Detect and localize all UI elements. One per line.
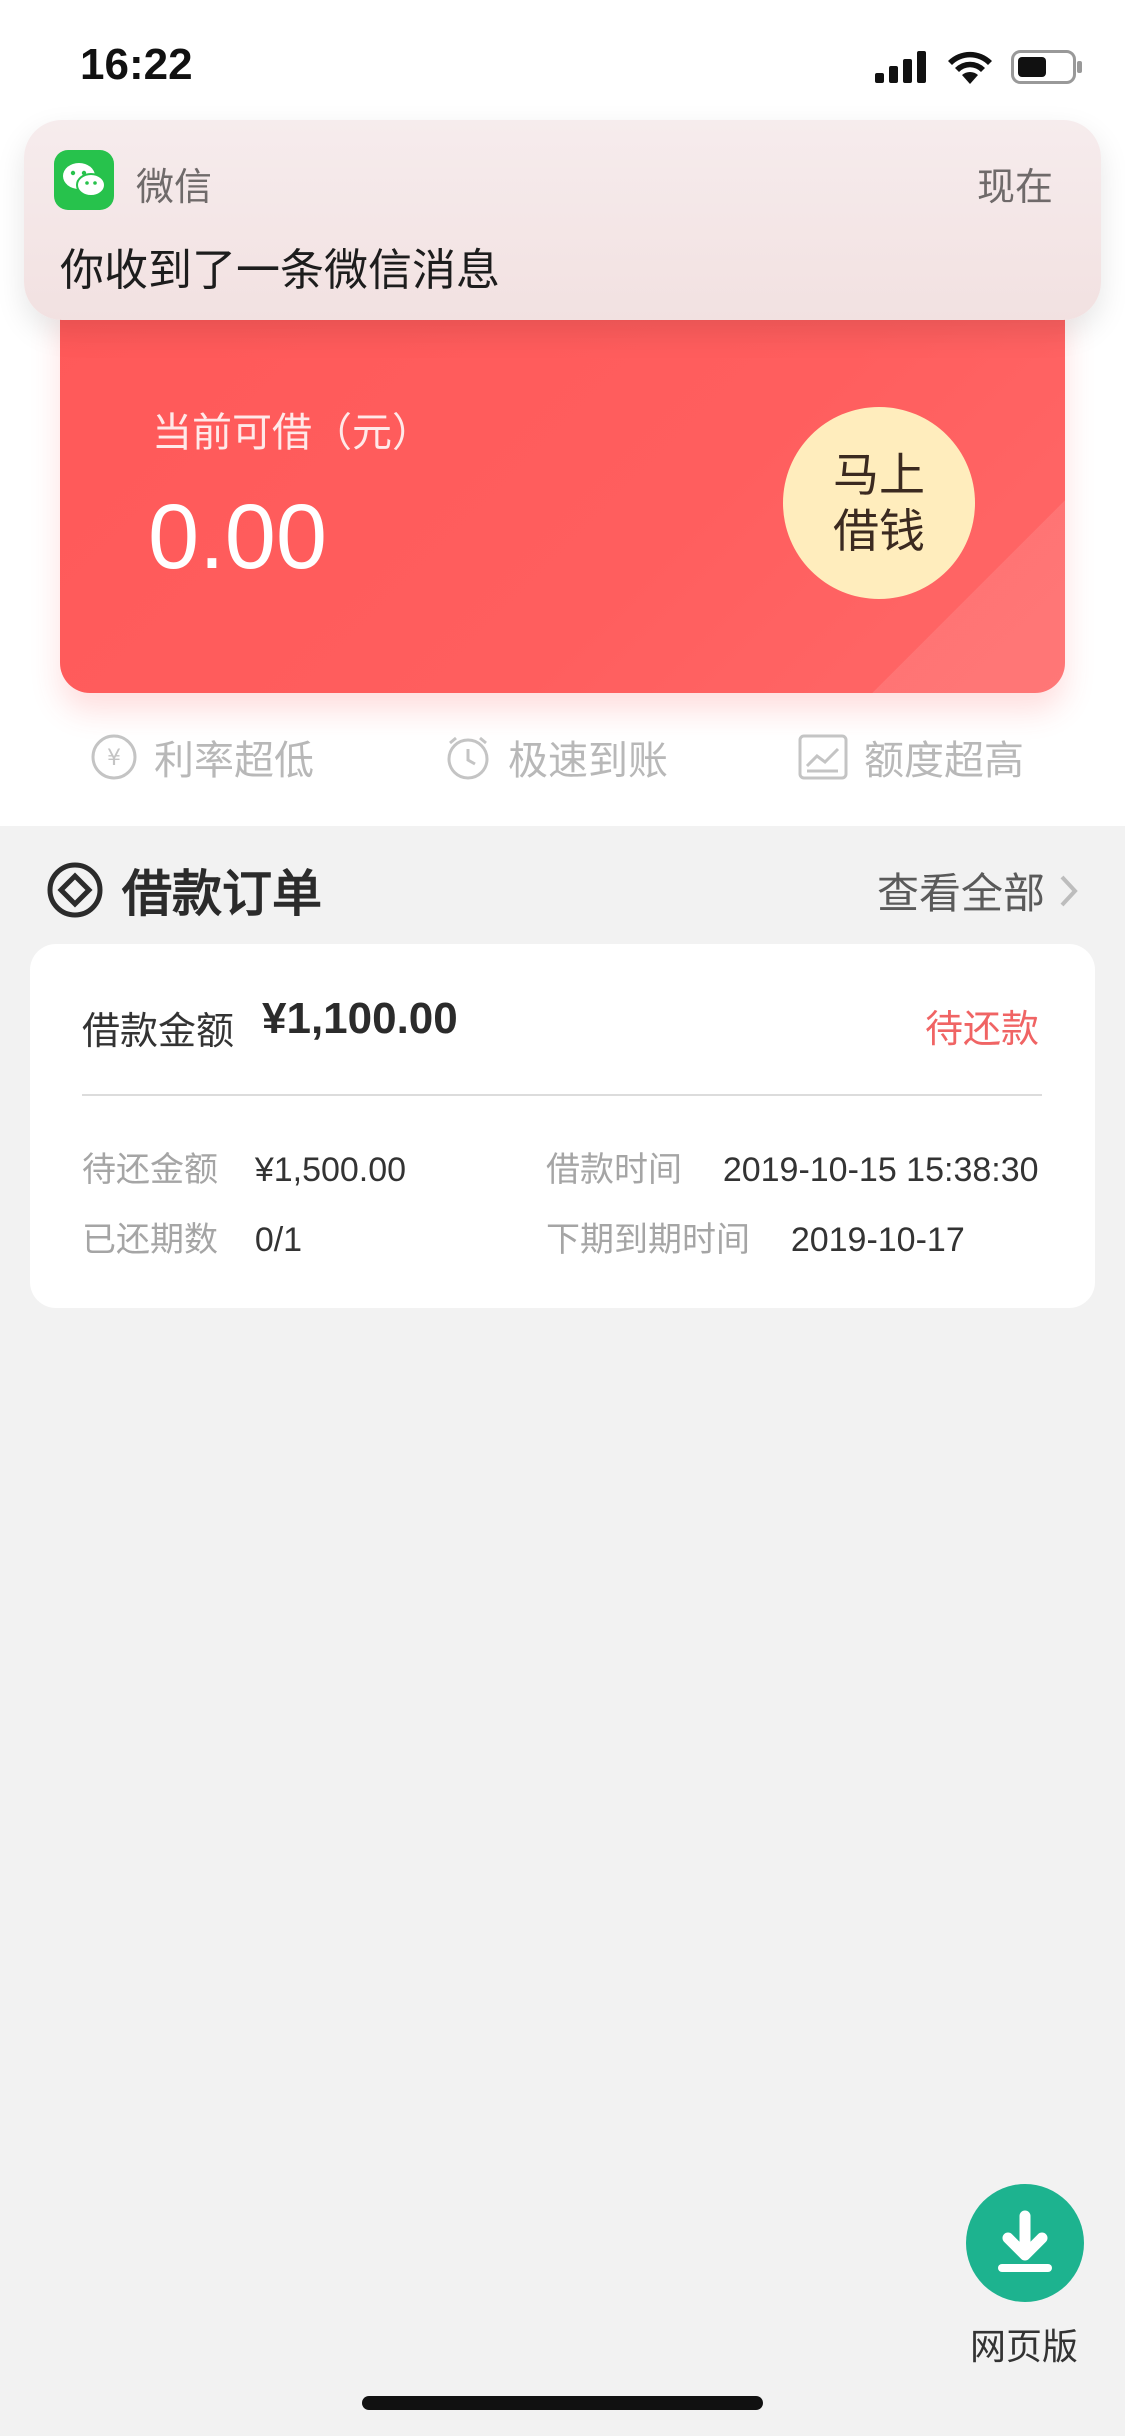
available-amount-label: 当前可借（元）: [152, 410, 432, 456]
home-indicator[interactable]: [362, 2396, 763, 2410]
download-button[interactable]: [966, 2184, 1084, 2302]
signal-icon: [875, 51, 926, 83]
chart-icon: [798, 734, 848, 780]
pending-amount-label: 待还金额: [82, 1150, 218, 1190]
periods-row: 已还期数 0/1: [82, 1212, 302, 1261]
feature-label: 极速到账: [508, 738, 668, 784]
loan-card: 当前可借（元） 0.00 马上 借钱: [60, 300, 1065, 693]
due-time-value: 2019-10-17: [790, 1221, 965, 1259]
loan-time-label: 借款时间: [546, 1150, 682, 1190]
feature-label: 额度超高: [864, 738, 1024, 784]
notification-time: 现在: [976, 165, 1053, 209]
orders-title: 借款订单: [122, 865, 322, 923]
notification-message: 你收到了一条微信消息: [60, 245, 500, 296]
feature-fast-arrival: 极速到账: [444, 728, 668, 786]
loan-amount-value: ¥1,100.00: [262, 994, 458, 1043]
wechat-notification[interactable]: 微信 现在 你收到了一条微信消息: [24, 120, 1101, 320]
view-all-label: 查看全部: [876, 869, 1045, 918]
loan-time-row: 借款时间 2019-10-15 15:38:30: [546, 1142, 1039, 1191]
yen-circle-icon: ¥: [91, 734, 137, 780]
borrow-now-button[interactable]: 马上 借钱: [783, 407, 975, 599]
pending-amount-value: ¥1,500.00: [254, 1151, 407, 1189]
due-time-label: 下期到期时间: [546, 1220, 750, 1260]
loan-amount-label: 借款金额: [82, 1009, 235, 1053]
order-card[interactable]: 借款金额 ¥1,100.00 待还款 待还金额 ¥1,500.00 借款时间 2…: [30, 944, 1095, 1308]
orders-header: 借款订单 查看全部: [0, 840, 1125, 930]
loan-time-value: 2019-10-15 15:38:30: [722, 1151, 1039, 1189]
clock-icon: [447, 736, 489, 780]
periods-value: 0/1: [254, 1221, 303, 1259]
battery-icon: [1011, 50, 1082, 84]
available-amount-value: 0.00: [148, 486, 328, 588]
features-row: ¥ 利率超低 极速到账 额度超高: [0, 728, 1125, 808]
wechat-icon: [54, 150, 114, 210]
feature-high-limit: 额度超高: [798, 728, 1024, 786]
svg-text:¥: ¥: [107, 746, 121, 771]
divider: [82, 1094, 1042, 1096]
pending-amount-row: 待还金额 ¥1,500.00: [82, 1142, 406, 1191]
due-time-row: 下期到期时间 2019-10-17: [546, 1212, 965, 1261]
screen: 16:22 当前可借（元） 0.00 马上 借钱 微信 现在 你收到了一条微信消…: [0, 0, 1125, 2436]
view-all-link[interactable]: 查看全部: [877, 860, 1079, 921]
status-time: 16:22: [80, 40, 193, 89]
feature-label: 利率超低: [154, 738, 314, 784]
borrow-button-line1: 马上: [833, 448, 925, 502]
notification-app-name: 微信: [136, 165, 213, 209]
chevron-right-icon: [1060, 875, 1078, 906]
periods-label: 已还期数: [82, 1220, 218, 1260]
order-status-badge: 待还款: [924, 1007, 1039, 1051]
borrow-button-line2: 借钱: [833, 504, 925, 558]
download-icon: [998, 2210, 1052, 2272]
wifi-icon: [948, 51, 992, 84]
status-icons: [875, 50, 1083, 84]
order-diamond-icon: [47, 862, 103, 918]
feature-low-rate: ¥ 利率超低: [90, 728, 314, 786]
orders-title-wrap: 借款订单: [46, 854, 322, 926]
download-label: 网页版: [970, 2327, 1079, 2368]
status-bar: 16:22: [0, 0, 1125, 130]
